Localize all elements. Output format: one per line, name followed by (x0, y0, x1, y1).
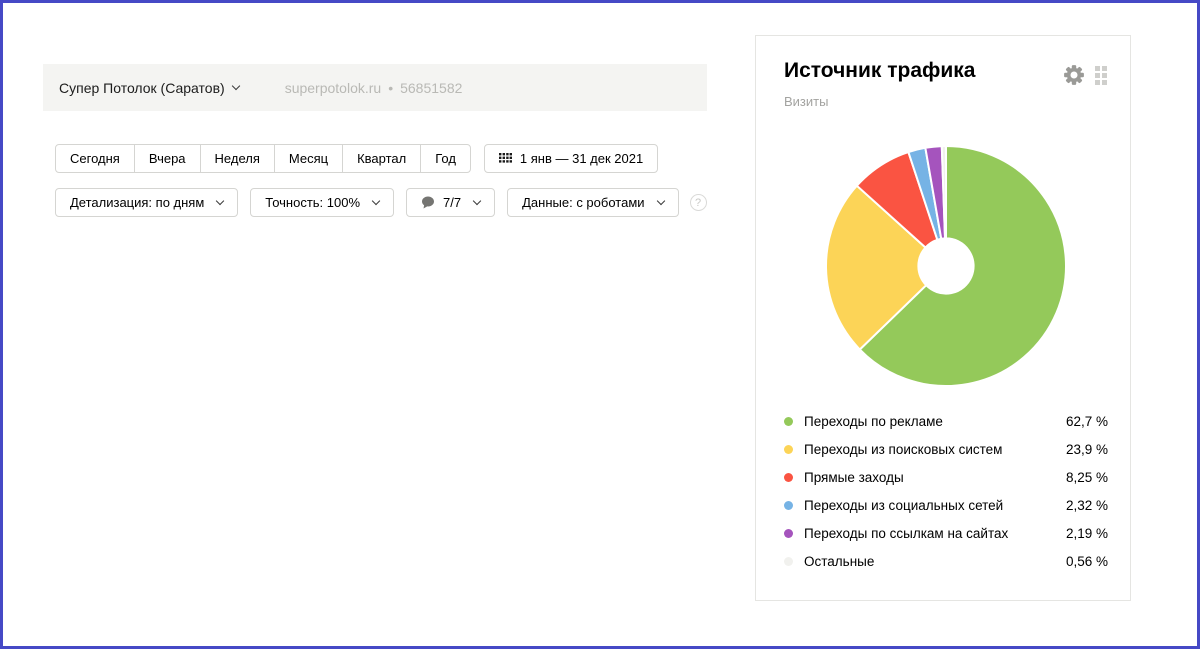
robots-data-dropdown[interactable]: Данные: с роботами (507, 188, 678, 217)
period-toolbar: Сегодня Вчера Неделя Месяц Квартал Год 1… (55, 144, 658, 173)
annotations-dropdown[interactable]: 7/7 (406, 188, 495, 217)
legend-item[interactable]: Прямые заходы 8,25 % (784, 463, 1108, 491)
legend-item[interactable]: Остальные 0,56 % (784, 547, 1108, 575)
legend-item[interactable]: Переходы из социальных сетей 2,32 % (784, 491, 1108, 519)
legend-dot-icon (784, 445, 793, 454)
legend-label: Остальные (804, 554, 1066, 569)
filters-toolbar: Детализация: по дням Точность: 100% 7/7 … (55, 188, 707, 217)
period-button-year[interactable]: Год (420, 144, 471, 173)
traffic-donut[interactable] (822, 142, 1070, 390)
legend-item[interactable]: Переходы по рекламе 62,7 % (784, 407, 1108, 435)
accuracy-dropdown[interactable]: Точность: 100% (250, 188, 394, 217)
accuracy-label: Точность: 100% (265, 195, 360, 210)
counter-name: Супер Потолок (Саратов) (59, 80, 225, 96)
counter-info: superpotolok.ru • 56851582 (285, 80, 463, 96)
traffic-sources-widget: Источник трафика Визиты Переходы по рекл… (755, 35, 1131, 601)
widget-subtitle: Визиты (784, 94, 828, 109)
widget-controls (1063, 64, 1107, 86)
legend-dot-icon (784, 557, 793, 566)
counter-bar: Супер Потолок (Саратов) superpotolok.ru … (43, 64, 707, 111)
legend-value: 62,7 % (1066, 414, 1108, 429)
legend-value: 8,25 % (1066, 470, 1108, 485)
period-button-month[interactable]: Месяц (274, 144, 343, 173)
chevron-down-icon (216, 196, 224, 204)
detail-label: Детализация: по дням (70, 195, 204, 210)
legend-item[interactable]: Переходы из поисковых систем 23,9 % (784, 435, 1108, 463)
counter-selector[interactable]: Супер Потолок (Саратов) (59, 80, 239, 96)
calendar-icon (499, 153, 512, 165)
robots-label: Данные: с роботами (522, 195, 644, 210)
chart-legend: Переходы по рекламе 62,7 % Переходы из п… (784, 407, 1108, 575)
chevron-down-icon (656, 196, 664, 204)
legend-dot-icon (784, 417, 793, 426)
legend-value: 23,9 % (1066, 442, 1108, 457)
chevron-down-icon (473, 196, 481, 204)
period-button-yesterday[interactable]: Вчера (134, 144, 201, 173)
legend-dot-icon (784, 529, 793, 538)
separator-dot: • (388, 80, 393, 96)
legend-dot-icon (784, 473, 793, 482)
gear-icon[interactable] (1063, 64, 1085, 86)
legend-dot-icon (784, 501, 793, 510)
detail-dropdown[interactable]: Детализация: по дням (55, 188, 238, 217)
counter-domain: superpotolok.ru (285, 80, 382, 96)
help-icon[interactable]: ? (690, 194, 707, 211)
legend-item[interactable]: Переходы по ссылкам на сайтах 2,19 % (784, 519, 1108, 547)
legend-value: 2,19 % (1066, 526, 1108, 541)
date-range-button[interactable]: 1 янв — 31 дек 2021 (484, 144, 658, 173)
legend-value: 2,32 % (1066, 498, 1108, 513)
legend-label: Переходы из поисковых систем (804, 442, 1066, 457)
comment-icon (421, 196, 435, 209)
counter-id: 56851582 (400, 80, 462, 96)
legend-value: 0,56 % (1066, 554, 1108, 569)
date-range-label: 1 янв — 31 дек 2021 (520, 151, 643, 166)
widget-title: Источник трафика (784, 59, 975, 83)
legend-label: Прямые заходы (804, 470, 1066, 485)
annotations-label: 7/7 (443, 195, 461, 210)
period-tabs: Сегодня Вчера Неделя Месяц Квартал Год (55, 144, 471, 173)
drag-handle-icon[interactable] (1095, 66, 1107, 85)
legend-label: Переходы из социальных сетей (804, 498, 1066, 513)
period-button-week[interactable]: Неделя (200, 144, 275, 173)
chevron-down-icon (231, 81, 239, 89)
legend-label: Переходы по рекламе (804, 414, 1066, 429)
period-button-quarter[interactable]: Квартал (342, 144, 421, 173)
legend-label: Переходы по ссылкам на сайтах (804, 526, 1066, 541)
period-button-today[interactable]: Сегодня (55, 144, 135, 173)
chevron-down-icon (372, 196, 380, 204)
